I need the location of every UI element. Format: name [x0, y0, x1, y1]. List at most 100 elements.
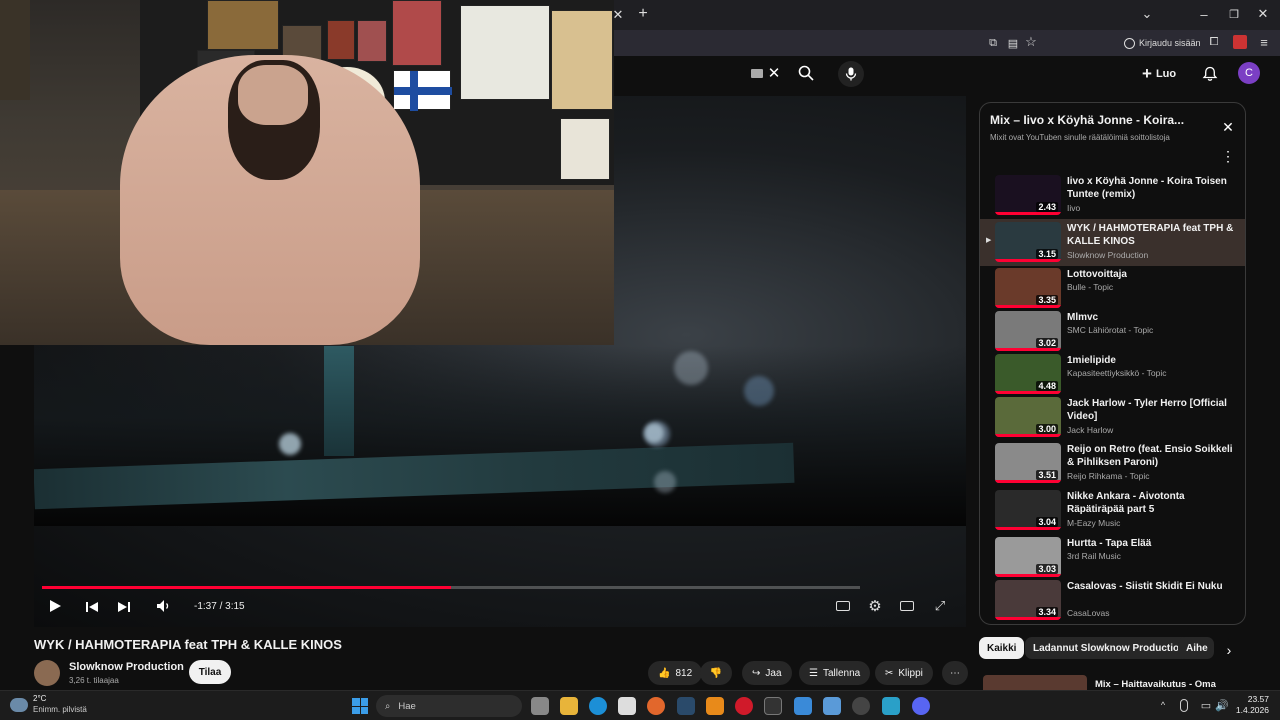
- chip-uploaded-by[interactable]: Ladannut Slowknow Production: [1025, 637, 1194, 659]
- previous-button[interactable]: [85, 600, 99, 612]
- paint-icon[interactable]: [794, 697, 812, 715]
- subtitles-icon[interactable]: [836, 601, 850, 611]
- save-label: Tallenna: [822, 667, 861, 679]
- discord-icon[interactable]: [912, 697, 930, 715]
- clock-date[interactable]: 1.4.2026: [1225, 705, 1269, 715]
- vlc-icon[interactable]: [706, 697, 724, 715]
- playlist-item[interactable]: 3.34 Casalovas - Siistit Skidit Ei Nuku Ca…: [980, 580, 1245, 624]
- channel-name[interactable]: Slowknow Production: [69, 661, 184, 673]
- playlist-item[interactable]: 3.04 Nikke Ankara - Aivotonta Räpätiräpää…: [980, 490, 1245, 536]
- tray-mic-icon[interactable]: [1180, 699, 1188, 712]
- playlist-item[interactable]: 4.48 1mielipide Kapasiteettiyksikkö - Topi…: [980, 354, 1245, 400]
- playlist-item-channel: Slowknow Production: [1067, 250, 1149, 260]
- fullscreen-icon[interactable]: ⤢: [932, 598, 948, 614]
- desktop-icon[interactable]: [823, 697, 841, 715]
- playlist-item-thumbnail: 3.02: [995, 311, 1061, 351]
- playlist-item-watched-bar: [995, 434, 1061, 437]
- store-icon[interactable]: [618, 697, 636, 715]
- obs-icon[interactable]: [852, 697, 870, 715]
- playlist-item[interactable]: 3.35 Lottovoittaja Bulle - Topic: [980, 268, 1245, 314]
- edge-browser-icon[interactable]: [589, 697, 607, 715]
- more-actions-button[interactable]: ⋯: [942, 661, 968, 685]
- next-mix-thumbnail[interactable]: [983, 675, 1087, 690]
- playlist-item-thumbnail: 3.04: [995, 490, 1061, 530]
- minimize-icon[interactable]: –: [1197, 7, 1211, 22]
- screenshot-icon[interactable]: ⧉: [986, 36, 1000, 50]
- notes-icon[interactable]: [882, 697, 900, 715]
- playlist-item-thumbnail: 4.48: [995, 354, 1061, 394]
- play-button[interactable]: [48, 599, 62, 613]
- tab-list-icon[interactable]: ⌄: [1140, 6, 1154, 21]
- playlist-item-duration: 3.02: [1036, 338, 1058, 348]
- dislike-button[interactable]: 👎: [700, 661, 732, 685]
- playlist-item-watched-bar: [995, 617, 1061, 620]
- next-mix-title[interactable]: Mix – Haittavaikutus - Oma: [1095, 679, 1216, 690]
- like-button[interactable]: 👍 812: [648, 661, 703, 685]
- new-tab-icon[interactable]: +: [636, 5, 650, 22]
- signin-button[interactable]: Kirjaudu sisään: [1124, 35, 1201, 51]
- extensions-icon[interactable]: ⧠: [1207, 35, 1221, 49]
- chip-topic[interactable]: Aihe: [1178, 637, 1214, 659]
- playlist-item[interactable]: 3.00 Jack Harlow - Tyler Herro [Official …: [980, 397, 1245, 443]
- weather-temp[interactable]: 2°C: [33, 694, 46, 703]
- clock-time[interactable]: 23.57: [1235, 694, 1269, 704]
- keyboard-icon[interactable]: [751, 69, 763, 78]
- playlist-item-duration: 3.51: [1036, 470, 1058, 480]
- miniplayer-icon[interactable]: [900, 601, 914, 611]
- firefox-icon[interactable]: [647, 697, 665, 715]
- task-view-icon[interactable]: [531, 697, 549, 715]
- next-button[interactable]: [117, 600, 131, 612]
- subscribe-button[interactable]: Tilaa: [189, 660, 231, 684]
- playlist-item[interactable]: 2.43 Iivo x Köyhä Jonne - Koira Toisen Tu…: [980, 175, 1245, 221]
- terminal-icon[interactable]: [764, 697, 782, 715]
- notifications-bell-icon[interactable]: [1202, 66, 1218, 82]
- like-count: 812: [675, 667, 693, 679]
- create-button[interactable]: + Luo: [1142, 62, 1176, 86]
- file-explorer-icon[interactable]: [560, 697, 578, 715]
- share-button[interactable]: ↪ Jaa: [742, 661, 792, 685]
- playlist-item-thumbnail: 3.51: [995, 443, 1061, 483]
- playlist-item-title: Iivo x Köyhä Jonne - Koira Toisen Tuntee…: [1067, 176, 1227, 200]
- weather-cloud-icon[interactable]: [10, 698, 28, 712]
- weather-description[interactable]: Enimm. pilvistä: [33, 705, 87, 714]
- playlist-item[interactable]: 3.02 Mlmvc SMC Lähiörotat - Topic: [980, 311, 1245, 357]
- playlist-item[interactable]: 3.15 WYK / HAHMOTERAPIA feat TPH & KALLE …: [980, 222, 1245, 268]
- menu-icon[interactable]: ≡: [1257, 35, 1271, 50]
- reader-icon[interactable]: ▤: [1006, 36, 1020, 50]
- bookmark-star-icon[interactable]: ☆: [1024, 34, 1038, 49]
- chip-all[interactable]: Kaikki: [979, 637, 1025, 659]
- save-button[interactable]: ☰ Tallenna: [799, 661, 871, 685]
- tray-overflow-icon[interactable]: ^: [1157, 699, 1169, 711]
- microphone-icon: [845, 67, 857, 81]
- chips-next-icon[interactable]: ›: [1222, 642, 1236, 658]
- playlist-item[interactable]: 3.03 Hurtta - Tapa Elää 3rd Rail Music: [980, 537, 1245, 583]
- tray-network-icon[interactable]: ▭: [1199, 698, 1213, 712]
- close-playlist-icon[interactable]: ✕: [1220, 119, 1236, 135]
- thumbs-down-icon: 👎: [709, 667, 723, 679]
- maximize-icon[interactable]: ❐: [1227, 7, 1241, 21]
- taskbar-search[interactable]: ⌕ Hae: [376, 695, 522, 717]
- playlist-item-channel: 3rd Rail Music: [1067, 551, 1121, 561]
- opera-icon[interactable]: [735, 697, 753, 715]
- extension-icon[interactable]: [1233, 35, 1247, 49]
- steam-icon[interactable]: [677, 697, 695, 715]
- settings-gear-icon[interactable]: ⚙: [867, 598, 883, 615]
- clip-button[interactable]: ✂ Klippi: [875, 661, 933, 685]
- playlist-item[interactable]: 3.51 Reijo on Retro (feat. Ensio Soikkeli…: [980, 443, 1245, 489]
- channel-avatar[interactable]: [34, 660, 60, 686]
- start-windows-icon[interactable]: [352, 698, 368, 714]
- voice-search-button[interactable]: [838, 61, 864, 87]
- playlist-item-title: Lottovoittaja: [1067, 269, 1127, 280]
- search-icon[interactable]: [798, 65, 814, 81]
- playlist-item-duration: 4.48: [1036, 381, 1058, 391]
- progress-track[interactable]: [42, 586, 860, 589]
- clear-search-icon[interactable]: ✕: [766, 65, 782, 82]
- playlist-item-title: Nikke Ankara - Aivotonta Räpätiräpää par…: [1067, 491, 1185, 515]
- playlist-item-title: Hurtta - Tapa Elää: [1067, 538, 1152, 549]
- playlist-more-icon[interactable]: ⋮: [1221, 148, 1235, 164]
- close-window-icon[interactable]: ✕: [1256, 6, 1270, 21]
- account-avatar[interactable]: C: [1238, 62, 1260, 84]
- playlist-item-duration: 2.43: [1036, 202, 1058, 212]
- time-display: -1:37 / 3:15: [194, 601, 245, 612]
- volume-icon[interactable]: [156, 599, 172, 613]
